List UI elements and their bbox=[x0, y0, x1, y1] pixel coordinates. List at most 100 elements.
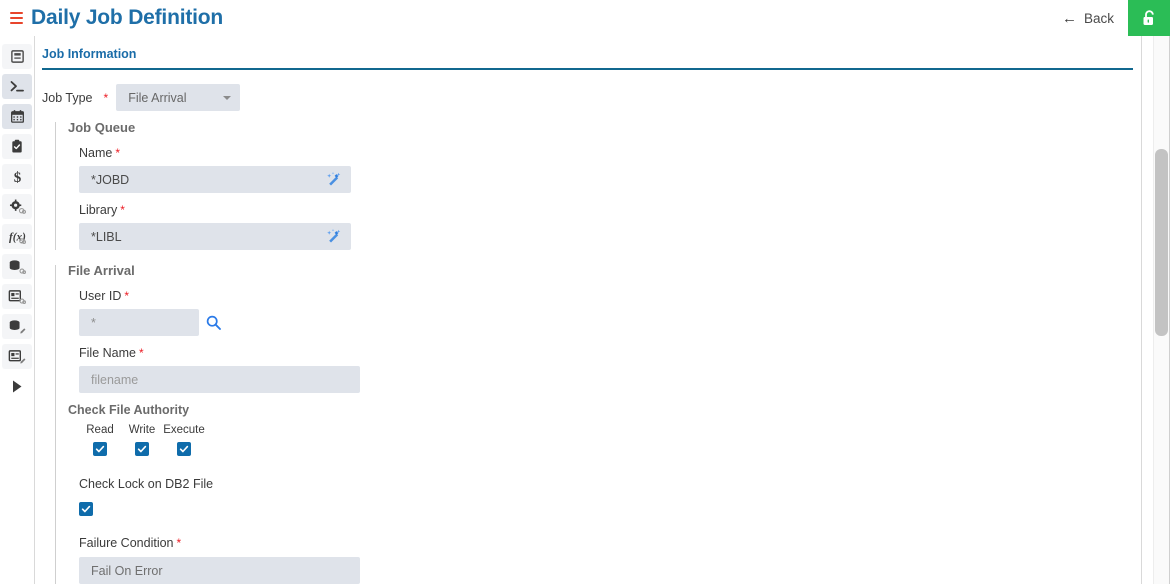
gutter-divider bbox=[1141, 36, 1142, 584]
check-lock-db2-field: Check Lock on DB2 File bbox=[79, 475, 1141, 516]
tab-strip: Job Information bbox=[42, 36, 1140, 70]
file-arrival-title: File Arrival bbox=[68, 263, 135, 278]
tab-job-information[interactable]: Job Information bbox=[42, 47, 136, 68]
job-definition-form: Job Type * File Arrival Job Queue Name * *… bbox=[35, 70, 1141, 584]
authority-checkbox-execute[interactable] bbox=[177, 442, 191, 456]
job-queue-name-field: Name * *JOBD bbox=[79, 144, 1141, 193]
user-id-label: User ID bbox=[79, 289, 122, 303]
clipboard-check-icon bbox=[12, 139, 22, 153]
vertical-scrollbar-track[interactable] bbox=[1153, 36, 1169, 584]
authority-column-headers: Read Write Execute bbox=[79, 424, 1141, 436]
failure-condition-value: Fail On Error bbox=[91, 563, 163, 578]
failure-condition-field: Failure Condition * Fail On Error bbox=[79, 534, 1141, 584]
authority-checkbox-write[interactable] bbox=[135, 442, 149, 456]
sidebar-item-gear-link-icon[interactable] bbox=[2, 194, 32, 219]
form-edit-icon bbox=[8, 349, 26, 363]
job-type-value: File Arrival bbox=[128, 90, 187, 105]
job-queue-name-required-mark: * bbox=[115, 146, 121, 160]
job-queue-group: Job Queue Name * *JOBD Library * *LIBL bbox=[55, 120, 1141, 250]
sidebar-item-database-link-icon[interactable] bbox=[2, 254, 32, 279]
main-content: Job Information Job Type * File Arrival J… bbox=[35, 36, 1141, 584]
failure-condition-label: Failure Condition bbox=[79, 536, 174, 550]
sidebar-item-dollar-icon[interactable]: $ bbox=[2, 164, 32, 189]
gear-link-icon bbox=[9, 199, 26, 214]
job-queue-library-value: *LIBL bbox=[91, 229, 122, 244]
sidebar-item-terminal-icon[interactable] bbox=[2, 74, 32, 99]
check-lock-db2-checkbox[interactable] bbox=[79, 502, 93, 516]
vertical-scrollbar-thumb[interactable] bbox=[1155, 149, 1168, 336]
chevron-down-icon bbox=[223, 95, 232, 100]
check-icon bbox=[137, 445, 147, 453]
calendar-icon bbox=[10, 110, 24, 123]
check-icon bbox=[95, 445, 105, 453]
user-id-value: * bbox=[91, 315, 96, 330]
magic-wand-icon[interactable] bbox=[326, 171, 343, 188]
database-link-icon bbox=[9, 259, 26, 274]
form-link-icon bbox=[8, 289, 26, 304]
job-queue-library-label: Library bbox=[79, 203, 118, 217]
job-queue-library-input[interactable]: *LIBL bbox=[79, 223, 351, 250]
user-id-field: User ID * * bbox=[79, 287, 1141, 336]
sidebar-rail: $ f(x) bbox=[0, 36, 34, 584]
page-title: Daily Job Definition bbox=[31, 6, 224, 29]
check-icon bbox=[81, 505, 91, 513]
sidebar-item-clipboard-check-icon[interactable] bbox=[2, 134, 32, 159]
job-queue-title: Job Queue bbox=[68, 120, 136, 135]
sidebar-item-calendar-icon[interactable] bbox=[2, 104, 32, 129]
hamburger-icon[interactable] bbox=[5, 7, 27, 29]
user-id-select[interactable]: * bbox=[79, 309, 199, 336]
file-arrival-group: File Arrival User ID * * File Name * fil… bbox=[55, 263, 1141, 584]
unlock-icon bbox=[1143, 9, 1154, 25]
top-bar: Daily Job Definition ← Back bbox=[0, 0, 1170, 36]
authority-checkbox-row bbox=[79, 442, 1141, 456]
job-type-row: Job Type * File Arrival bbox=[42, 84, 1141, 111]
job-queue-library-required-mark: * bbox=[120, 203, 125, 217]
svg-text:$: $ bbox=[13, 170, 21, 185]
job-queue-name-value: *JOBD bbox=[91, 172, 130, 187]
user-id-search-button[interactable] bbox=[205, 314, 222, 331]
job-type-required-mark: * bbox=[103, 90, 109, 105]
authority-header-read: Read bbox=[86, 424, 114, 436]
file-name-input[interactable]: filename bbox=[79, 366, 360, 393]
terminal-icon bbox=[10, 81, 24, 92]
sidebar-item-form-edit-icon[interactable] bbox=[2, 344, 32, 369]
sidebar-item-database-edit-icon[interactable] bbox=[2, 314, 32, 339]
arrow-left-icon: ← bbox=[1061, 9, 1077, 27]
tab-underline bbox=[42, 68, 1133, 70]
authority-header-write: Write bbox=[128, 424, 156, 436]
sidebar-item-function-link-icon[interactable]: f(x) bbox=[2, 224, 32, 249]
user-id-row: * bbox=[79, 309, 1141, 336]
file-name-field: File Name * filename bbox=[79, 344, 1141, 393]
top-bar-actions: ← Back bbox=[1048, 0, 1170, 36]
job-queue-name-label: Name bbox=[79, 146, 113, 160]
check-file-authority-title: Check File Authority bbox=[68, 403, 190, 417]
database-edit-icon bbox=[9, 319, 26, 333]
back-button-label: Back bbox=[1083, 10, 1114, 26]
check-file-authority-grid: Read Write Execute bbox=[79, 424, 1141, 456]
file-name-label: File Name bbox=[79, 346, 136, 360]
sidebar-item-play-icon[interactable] bbox=[2, 374, 32, 399]
file-name-required-mark: * bbox=[138, 346, 144, 360]
unlock-button[interactable] bbox=[1128, 0, 1170, 36]
failure-condition-required-mark: * bbox=[176, 536, 182, 550]
job-queue-library-field: Library * *LIBL bbox=[79, 201, 1141, 250]
job-type-label: Job Type bbox=[42, 90, 93, 105]
file-name-placeholder: filename bbox=[91, 372, 139, 387]
back-button[interactable]: ← Back bbox=[1048, 0, 1128, 36]
authority-checkbox-read[interactable] bbox=[93, 442, 107, 456]
book-icon bbox=[10, 50, 24, 63]
search-icon bbox=[206, 315, 221, 330]
function-link-icon: f(x) bbox=[9, 231, 26, 244]
check-icon bbox=[179, 445, 189, 453]
authority-header-execute: Execute bbox=[163, 424, 205, 436]
job-type-select[interactable]: File Arrival bbox=[116, 84, 241, 111]
magic-wand-icon[interactable] bbox=[326, 228, 343, 245]
job-queue-name-input[interactable]: *JOBD bbox=[79, 166, 351, 193]
sidebar-item-form-link-icon[interactable] bbox=[2, 284, 32, 309]
check-lock-db2-label: Check Lock on DB2 File bbox=[79, 477, 214, 491]
dollar-icon: $ bbox=[13, 170, 21, 185]
play-icon bbox=[13, 380, 22, 393]
sidebar-item-book-icon[interactable] bbox=[2, 44, 32, 69]
failure-condition-select[interactable]: Fail On Error bbox=[79, 557, 360, 584]
right-gutter bbox=[1141, 36, 1170, 584]
